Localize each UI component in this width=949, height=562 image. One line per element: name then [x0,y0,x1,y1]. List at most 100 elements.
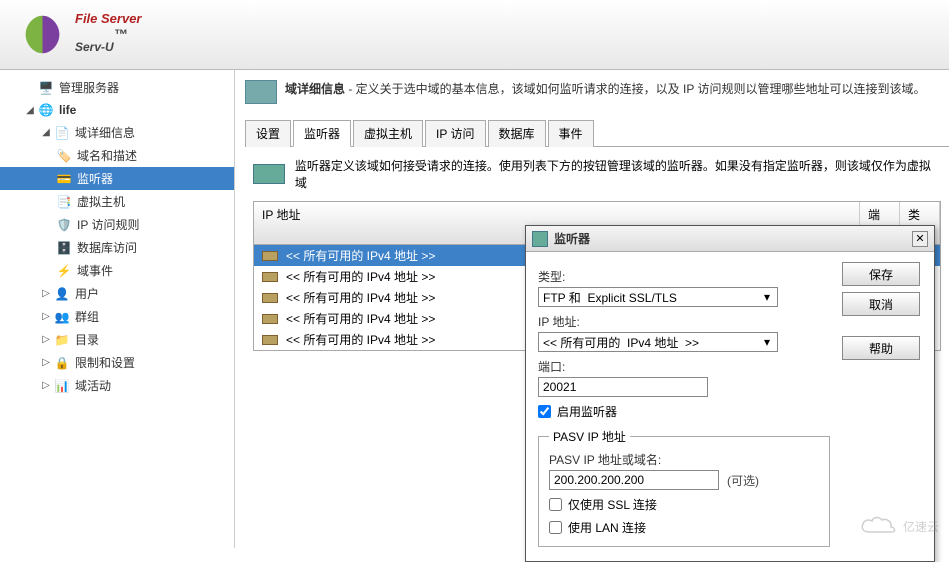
tab-settings[interactable]: 设置 [245,120,291,147]
ip-label: IP 地址: [538,313,830,330]
nic-icon [262,251,278,261]
card-icon: 💳 [56,171,72,187]
enable-checkbox-input[interactable] [538,405,551,418]
ssl-checkbox-input[interactable] [549,498,562,511]
sidebar-domain-details[interactable]: ◢📄 域详细信息 [0,121,234,144]
sidebar-directory[interactable]: ▷📁 目录 [0,328,234,351]
pasv-ip-input[interactable] [549,470,719,490]
dialog-form: 类型: ▾ IP 地址: ▾ 端口: 启用监听器 PASV IP 地址 PASV… [538,262,830,547]
globe-icon: 🌐 [38,102,54,118]
lock-icon: 🔒 [54,355,70,371]
sidebar-db-access[interactable]: 🗄️ 数据库访问 [0,236,234,259]
help-button[interactable]: 帮助 [842,336,920,360]
cancel-button[interactable]: 取消 [842,292,920,316]
type-label: 类型: [538,268,830,285]
sidebar-groups[interactable]: ▷👥 群组 [0,305,234,328]
sidebar-label: 群组 [75,308,99,325]
sidebar-label: 管理服务器 [59,79,119,96]
sidebar-vhost[interactable]: 📑 虚拟主机 [0,190,234,213]
expander-spacer [24,82,36,94]
chevron-right-icon[interactable]: ▷ [40,334,52,346]
sidebar-label: life [59,103,76,117]
port-label: 端口: [538,358,830,375]
lan-checkbox[interactable]: 使用 LAN 连接 [549,519,819,536]
detail-icon: 📄 [54,125,70,141]
sidebar-restrict[interactable]: ▷🔒 限制和设置 [0,351,234,374]
vhost-icon: 📑 [56,194,72,210]
chevron-right-icon[interactable]: ▷ [40,288,52,300]
type-select[interactable] [538,287,778,307]
nic-icon [262,314,278,324]
watermark-text: 亿速云 [903,518,939,535]
chevron-right-icon[interactable]: ▷ [40,311,52,323]
listener-description: 监听器定义该域如何接受请求的连接。使用列表下方的按钮管理该域的监听器。如果没有指… [245,147,949,201]
listener-dialog: 监听器 ✕ 类型: ▾ IP 地址: ▾ 端口: 启用监听器 PASV IP 地… [525,225,935,562]
sidebar-domain-desc[interactable]: 🏷️ 域名和描述 [0,144,234,167]
page-desc-icon [245,80,277,104]
chevron-right-icon[interactable]: ▷ [40,357,52,369]
ip-select[interactable] [538,332,778,352]
close-icon[interactable]: ✕ [912,231,928,247]
port-input[interactable] [538,377,708,397]
database-icon: 🗄️ [56,240,72,256]
sidebar-activity[interactable]: ▷📊 域活动 [0,374,234,397]
dialog-titlebar[interactable]: 监听器 ✕ [526,226,934,252]
servu-logo [20,12,65,57]
group-icon: 👥 [54,309,70,325]
activity-icon: 📊 [54,378,70,394]
enable-listener-checkbox[interactable]: 启用监听器 [538,403,830,420]
sidebar-listener[interactable]: 💳 监听器 [0,167,234,190]
network-card-icon [253,164,285,184]
tab-vhost[interactable]: 虚拟主机 [353,120,423,147]
chevron-right-icon[interactable]: ▷ [40,380,52,392]
enable-label: 启用监听器 [557,403,617,420]
watermark: 亿速云 [859,514,939,538]
chevron-down-icon[interactable]: ◢ [24,104,36,116]
ssl-label: 仅使用 SSL 连接 [568,496,657,513]
tab-ip[interactable]: IP 访问 [425,120,485,147]
shield-icon: 🛡️ [56,217,72,233]
sidebar-label: 虚拟主机 [77,193,125,210]
ssl-only-checkbox[interactable]: 仅使用 SSL 连接 [549,496,819,513]
tab-listener[interactable]: 监听器 [293,120,351,147]
lan-label: 使用 LAN 连接 [568,519,646,536]
user-icon: 👤 [54,286,70,302]
sidebar-label: 域详细信息 [75,124,135,141]
page-desc-text: 域详细信息 - 定义关于选中域的基本信息，该域如何监听请求的连接，以及 IP 访… [285,80,925,97]
sidebar-label: 限制和设置 [75,354,135,371]
app-header: File Server Serv-U™ [0,0,949,70]
sidebar-users[interactable]: ▷👤 用户 [0,282,234,305]
sidebar-domain[interactable]: ◢🌐 life [0,99,234,121]
logo-title: Serv-U™ [75,26,142,58]
tab-events[interactable]: 事件 [548,120,594,147]
pasv-legend: PASV IP 地址 [549,428,630,445]
listener-desc-text: 监听器定义该域如何接受请求的连接。使用列表下方的按钮管理该域的监听器。如果没有指… [295,157,941,191]
logo-text: File Server Serv-U™ [75,11,142,58]
nic-icon [262,335,278,345]
sidebar-label: 域活动 [75,377,111,394]
sidebar-label: 监听器 [77,170,113,187]
server-icon: 🖥️ [38,80,54,96]
sidebar-label: 域名和描述 [77,147,137,164]
tag-icon: 🏷️ [56,148,72,164]
dialog-title-text: 监听器 [554,230,912,247]
pasv-fieldset: PASV IP 地址 PASV IP 地址或域名: (可选) 仅使用 SSL 连… [538,428,830,547]
nic-icon [262,272,278,282]
tabs: 设置 监听器 虚拟主机 IP 访问 数据库 事件 [245,119,949,147]
pasv-optional-hint: (可选) [727,472,759,489]
sidebar-manage-server[interactable]: 🖥️ 管理服务器 [0,76,234,99]
sidebar-label: IP 访问规则 [77,216,139,233]
page-description: 域详细信息 - 定义关于选中域的基本信息，该域如何监听请求的连接，以及 IP 访… [245,80,949,104]
pasv-label: PASV IP 地址或域名: [549,451,819,468]
logo-subtitle: File Server [75,11,142,26]
sidebar-label: 用户 [75,285,99,302]
sidebar-label: 目录 [75,331,99,348]
tab-db[interactable]: 数据库 [488,120,546,147]
sidebar-events[interactable]: ⚡域事件 [0,259,234,282]
save-button[interactable]: 保存 [842,262,920,286]
folder-icon: 📁 [54,332,70,348]
sidebar-label: 数据库访问 [77,239,137,256]
lan-checkbox-input[interactable] [549,521,562,534]
sidebar-ip-rules[interactable]: 🛡️ IP 访问规则 [0,213,234,236]
chevron-down-icon[interactable]: ◢ [40,127,52,139]
